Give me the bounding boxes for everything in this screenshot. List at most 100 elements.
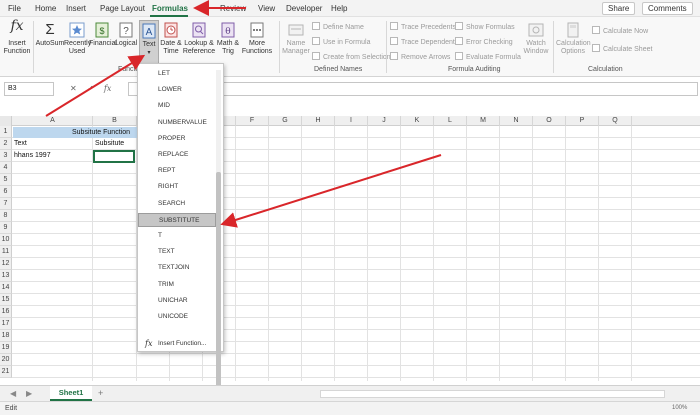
error-checking-button[interactable]: Error Checking — [455, 37, 513, 47]
trace-precedents-button[interactable]: Trace Precedents — [390, 22, 456, 32]
selected-cell-b3[interactable] — [93, 150, 135, 163]
menu-file[interactable]: File — [8, 4, 21, 13]
column-header-b[interactable]: B — [93, 116, 137, 126]
calculate-now-button[interactable]: Calculate Now — [592, 26, 648, 36]
autosum-button[interactable]: Σ AutoSum — [35, 22, 65, 48]
row-header-10[interactable]: 10 — [0, 234, 12, 246]
dropdown-item-mid[interactable]: MID — [138, 99, 216, 113]
column-header-j[interactable]: J — [368, 116, 401, 126]
row-header-18[interactable]: 18 — [0, 330, 12, 342]
next-sheet-icon[interactable]: ▶ — [26, 389, 32, 398]
dropdown-item-numbervalue[interactable]: NUMBERVALUE — [138, 116, 216, 130]
evaluate-formula-button[interactable]: Evaluate Formula — [455, 52, 521, 62]
row-header-15[interactable]: 15 — [0, 294, 12, 306]
remove-arrows-button[interactable]: Remove Arrows — [390, 52, 450, 62]
row-header-2[interactable]: 2 — [0, 138, 12, 150]
text-functions-button[interactable]: A Text ▾ — [139, 20, 159, 66]
trace-dependents-button[interactable]: Trace Dependents — [390, 37, 458, 47]
enter-icon[interactable]: ✓ — [87, 84, 94, 93]
column-header-n[interactable]: N — [500, 116, 533, 126]
row-header-14[interactable]: 14 — [0, 282, 12, 294]
share-button[interactable]: Share — [602, 2, 636, 15]
calculation-options-button[interactable]: Calculation Options — [556, 22, 591, 56]
dropdown-item-rept[interactable]: REPT — [138, 164, 216, 178]
dropdown-item-let[interactable]: LET — [138, 67, 216, 81]
dropdown-scrollbar-thumb[interactable] — [216, 172, 221, 392]
row-header-3[interactable]: 3 — [0, 150, 12, 162]
cancel-icon[interactable]: ✕ — [70, 84, 77, 93]
use-in-formula-button[interactable]: Use in Formula — [312, 37, 370, 47]
column-header-g[interactable]: G — [269, 116, 302, 126]
dropdown-item-trim[interactable]: TRIM — [138, 278, 216, 292]
menu-help[interactable]: Help — [331, 4, 347, 13]
zoom-level[interactable]: 100% — [672, 405, 687, 411]
dropdown-item-unichar[interactable]: UNICHAR — [138, 294, 216, 308]
menu-developer[interactable]: Developer — [286, 4, 322, 13]
column-header-l[interactable]: L — [434, 116, 467, 126]
cell-a2[interactable]: Text — [14, 138, 27, 150]
dropdown-item-lower[interactable]: LOWER — [138, 83, 216, 97]
row-header-17[interactable]: 17 — [0, 318, 12, 330]
menu-view[interactable]: View — [258, 4, 275, 13]
column-header-p[interactable]: P — [566, 116, 599, 126]
cell-b2[interactable]: Subsitute — [95, 138, 124, 150]
menu-insert[interactable]: Insert — [66, 4, 86, 13]
prev-sheet-icon[interactable]: ◀ — [10, 389, 16, 398]
menu-review[interactable]: Review — [220, 4, 246, 13]
column-header-f[interactable]: F — [236, 116, 269, 126]
row-header-7[interactable]: 7 — [0, 198, 12, 210]
menu-page-layout[interactable]: Page Layout — [100, 4, 145, 13]
menu-home[interactable]: Home — [35, 4, 56, 13]
row-header-1[interactable]: 1 — [0, 126, 12, 138]
logical-button[interactable]: ? Logical — [115, 22, 137, 48]
row-header-8[interactable]: 8 — [0, 210, 12, 222]
row-header-13[interactable]: 13 — [0, 270, 12, 282]
row-header-5[interactable]: 5 — [0, 174, 12, 186]
insert-function-menu-item[interactable]: Insert Function... — [158, 340, 206, 347]
row-header-6[interactable]: 6 — [0, 186, 12, 198]
insert-function-button[interactable]: fx Insert Function — [3, 19, 31, 56]
dropdown-item-substitute[interactable]: SUBSTITUTE — [138, 212, 216, 227]
financial-button[interactable]: $ Financial — [89, 22, 117, 48]
horizontal-scrollbar[interactable] — [320, 390, 665, 398]
row-header-12[interactable]: 12 — [0, 258, 12, 270]
comments-button[interactable]: Comments — [642, 2, 693, 15]
dropdown-item-right[interactable]: RIGHT — [138, 180, 216, 194]
dropdown-item-proper[interactable]: PROPER — [138, 132, 216, 146]
column-header-h[interactable]: H — [302, 116, 335, 126]
name-box[interactable]: B3 — [4, 82, 54, 96]
row-header-4[interactable]: 4 — [0, 162, 12, 174]
row-header-20[interactable]: 20 — [0, 354, 12, 366]
column-header-q[interactable]: Q — [599, 116, 632, 126]
dropdown-item-unicode[interactable]: UNICODE — [138, 310, 216, 324]
insert-function-fx-icon[interactable]: fx — [104, 84, 111, 93]
lookup-reference-button[interactable]: Lookup & Reference — [182, 22, 216, 56]
add-sheet-icon[interactable]: + — [98, 388, 103, 398]
create-from-selection-button[interactable]: Create from Selection — [312, 52, 391, 62]
row-header-19[interactable]: 19 — [0, 342, 12, 354]
row-header-9[interactable]: 9 — [0, 222, 12, 234]
define-name-button[interactable]: Define Name — [312, 22, 364, 32]
show-formulas-button[interactable]: Show Formulas — [455, 22, 515, 32]
dropdown-item-text[interactable]: TEXT — [138, 245, 216, 259]
column-header-k[interactable]: K — [401, 116, 434, 126]
menu-formulas[interactable]: Formulas — [152, 4, 188, 13]
more-functions-button[interactable]: More Functions — [240, 22, 274, 56]
column-header-o[interactable]: O — [533, 116, 566, 126]
row-header-11[interactable]: 11 — [0, 246, 12, 258]
column-header-m[interactable]: M — [467, 116, 500, 126]
dropdown-item-search[interactable]: SEARCH — [138, 197, 216, 211]
math-trig-button[interactable]: θ Math & Trig — [216, 22, 240, 56]
column-header-i[interactable]: I — [335, 116, 368, 126]
sheet-tab-sheet1[interactable]: Sheet1 — [50, 386, 92, 401]
recently-used-button[interactable]: Recently Used — [64, 22, 91, 56]
name-manager-button[interactable]: Name Manager — [282, 22, 310, 56]
dropdown-item-textjoin[interactable]: TEXTJOIN — [138, 261, 216, 275]
worksheet-grid[interactable]: ABCDEFGHIJKLMNOPQ 1234567891011121314151… — [0, 116, 700, 381]
row-header-21[interactable]: 21 — [0, 366, 12, 378]
row-header-16[interactable]: 16 — [0, 306, 12, 318]
calculate-sheet-button[interactable]: Calculate Sheet — [592, 44, 652, 54]
cell-a3[interactable]: hhans 1997 — [14, 150, 51, 162]
watch-window-button[interactable]: Watch Window — [522, 22, 550, 56]
dropdown-item-t[interactable]: T — [138, 229, 216, 243]
